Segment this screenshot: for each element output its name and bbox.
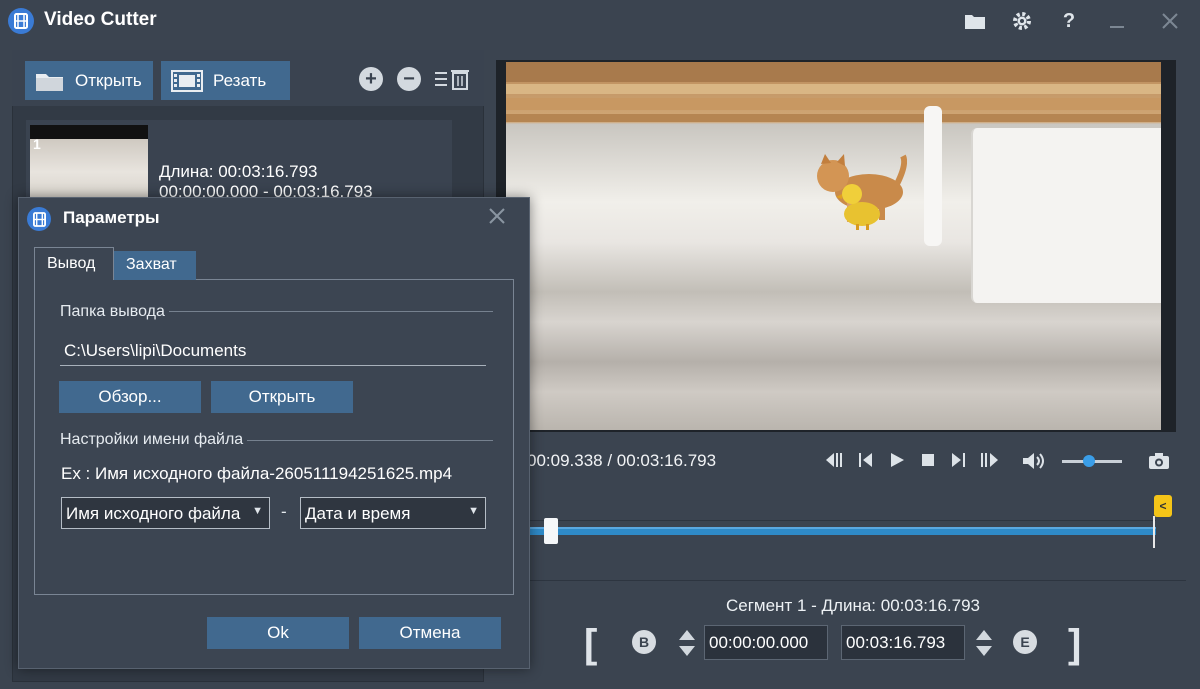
remove-file-icon[interactable]: − [397, 67, 421, 91]
segment-info: Сегмент 1 - Длина: 00:03:16.793 [725, 596, 980, 615]
stop-icon[interactable] [916, 451, 940, 473]
open-folder-button[interactable]: Открыть [211, 381, 353, 413]
app-logo-icon [8, 8, 34, 34]
tab-capture[interactable]: Захват [114, 251, 196, 280]
file-index: 1 [33, 136, 41, 152]
end-time-field[interactable] [841, 625, 965, 660]
clear-list-icon[interactable] [433, 67, 471, 91]
cancel-button[interactable]: Отмена [359, 617, 501, 649]
gear-icon[interactable] [1008, 8, 1036, 34]
dialog-title: Параметры [63, 208, 160, 227]
timeline-playhead[interactable] [543, 518, 558, 544]
open-button[interactable]: Открыть [25, 61, 153, 100]
cut-button-label: Резать [213, 70, 267, 90]
set-end-bracket-button[interactable]: ] [1068, 622, 1081, 667]
previous-frame-icon[interactable] [854, 451, 878, 473]
output-folder-field[interactable] [60, 336, 486, 366]
browse-button[interactable]: Обзор... [59, 381, 201, 413]
next-segment-icon[interactable] [977, 451, 1001, 473]
segment-end-line [1153, 516, 1155, 548]
cut-button[interactable]: Резать [161, 61, 290, 100]
add-file-icon[interactable]: + [359, 67, 383, 91]
file-length: Длина: 00:03:16.793 [159, 162, 318, 181]
start-time-spinner[interactable] [677, 627, 697, 659]
video-preview[interactable] [496, 60, 1176, 432]
filename-separator: - [281, 502, 287, 521]
filename-part2-value: Дата и время [305, 504, 411, 523]
next-frame-icon[interactable] [946, 451, 970, 473]
close-icon[interactable] [1156, 8, 1184, 34]
video-frame-image [506, 62, 1161, 430]
app-title: Video Cutter [44, 9, 157, 30]
chevron-down-icon: ▼ [252, 505, 263, 517]
open-button-label: Открыть [75, 70, 142, 90]
chevron-down-icon: ▼ [468, 505, 479, 517]
output-folder-label: Папка вывода [60, 303, 169, 321]
timeline-ruler [520, 520, 1156, 521]
filename-part2-select[interactable]: Дата и время ▼ [300, 497, 486, 529]
segment-end-marker[interactable]: < [1154, 495, 1172, 517]
folder-icon[interactable] [961, 8, 989, 34]
end-time-spinner[interactable] [974, 627, 994, 659]
set-start-bracket-button[interactable]: [ [584, 622, 597, 667]
film-strip-icon [171, 69, 203, 92]
volume-slider-knob[interactable] [1083, 455, 1095, 467]
tab-output[interactable]: Вывод [34, 247, 114, 280]
open-folder-icon [36, 73, 63, 91]
previous-segment-icon[interactable] [823, 451, 847, 473]
minimize-icon[interactable] [1103, 8, 1131, 34]
filename-part1-select[interactable]: Имя исходного файла ▼ [61, 497, 270, 529]
ok-button[interactable]: Ok [207, 617, 349, 649]
snapshot-camera-icon[interactable] [1146, 451, 1172, 473]
play-icon[interactable] [885, 451, 909, 473]
playback-time: 00:09.338 / 00:03:16.793 [527, 451, 717, 470]
dialog-app-icon [27, 207, 51, 231]
timeline-track[interactable] [520, 527, 1156, 535]
filename-part1-value: Имя исходного файла [66, 504, 241, 523]
video-thumbnail [30, 125, 148, 203]
volume-icon[interactable] [1020, 451, 1048, 473]
filename-settings-label: Настройки имени файла [60, 431, 248, 449]
go-to-end-icon[interactable]: E [1013, 630, 1037, 654]
help-icon[interactable]: ? [1055, 8, 1083, 34]
go-to-begin-icon[interactable]: B [632, 630, 656, 654]
start-time-field[interactable] [704, 625, 828, 660]
divider [520, 580, 1186, 581]
filename-example: Ex : Имя исходного файла-260511194251625… [61, 464, 453, 483]
dialog-close-icon[interactable] [488, 204, 506, 232]
